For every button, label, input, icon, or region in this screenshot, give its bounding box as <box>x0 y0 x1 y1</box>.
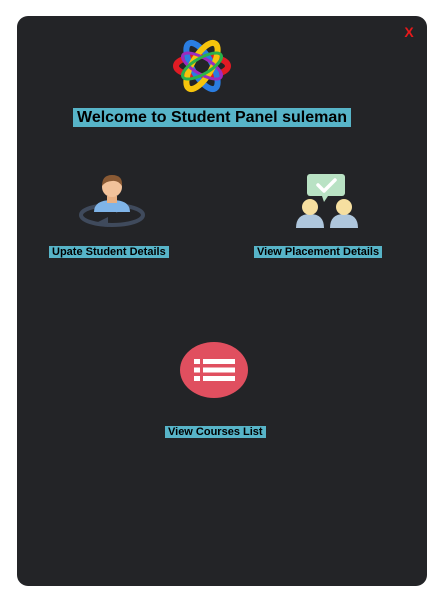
app-logo <box>173 39 231 93</box>
close-button[interactable]: X <box>402 24 416 40</box>
view-placement-details-button[interactable]: View Placement Details <box>254 246 383 258</box>
placement-chat-icon[interactable] <box>294 172 360 230</box>
welcome-heading: Welcome to Student Panel suleman <box>73 108 351 127</box>
student-panel <box>17 16 427 586</box>
view-courses-list-button[interactable]: View Courses List <box>165 426 266 438</box>
user-sync-icon[interactable] <box>78 172 146 230</box>
update-student-details-button[interactable]: Upate Student Details <box>49 246 169 258</box>
list-icon[interactable] <box>180 342 248 398</box>
